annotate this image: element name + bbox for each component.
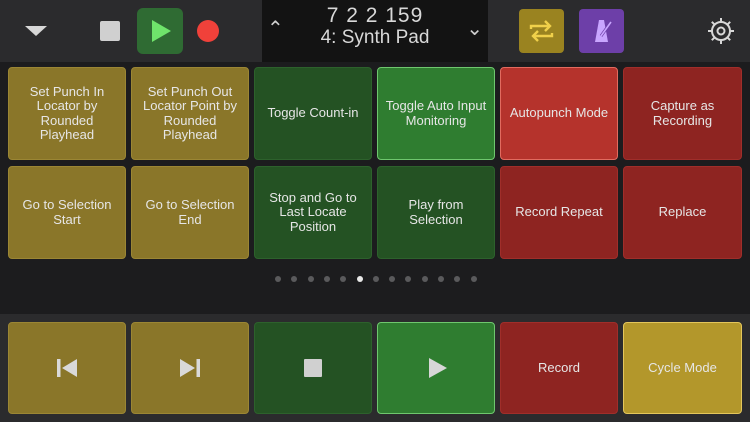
set-punch-out-button[interactable]: Set Punch Out Locator Point by Rounded P…: [131, 67, 249, 160]
page-dot[interactable]: [307, 276, 314, 282]
metronome-icon: [595, 20, 613, 42]
gear-icon: [708, 18, 734, 44]
cycle-icon: [529, 20, 554, 42]
metronome-button[interactable]: [579, 9, 624, 53]
stop-button-large[interactable]: [254, 322, 372, 414]
chevron-down-icon[interactable]: [25, 26, 47, 36]
page-dot[interactable]: [275, 276, 281, 282]
playhead-position: 7 2 2 159: [326, 4, 424, 27]
record-button-large[interactable]: Record: [500, 322, 618, 414]
control-bar: ⌃ 7 2 2 159 4: Synth Pad ⌄: [0, 0, 750, 62]
page-dot[interactable]: [372, 276, 379, 282]
stop-icon: [304, 359, 322, 377]
play-icon: [429, 358, 447, 378]
page-dot[interactable]: [323, 276, 330, 282]
page-dot[interactable]: [389, 276, 396, 282]
stop-and-go-to-last-locate-button[interactable]: Stop and Go to Last Locate Position: [254, 166, 372, 259]
page-dot[interactable]: [454, 276, 461, 282]
settings-button[interactable]: [705, 15, 737, 47]
stop-button[interactable]: [100, 21, 120, 41]
page-dot[interactable]: [421, 276, 428, 282]
play-button[interactable]: [137, 8, 183, 54]
play-from-selection-button[interactable]: Play from Selection: [377, 166, 495, 259]
page-dot[interactable]: [340, 276, 347, 282]
cycle-mode-button[interactable]: Cycle Mode: [623, 322, 742, 414]
go-to-selection-end-button[interactable]: Go to Selection End: [131, 166, 249, 259]
page-dot[interactable]: [405, 276, 412, 282]
page-dot[interactable]: [291, 276, 298, 282]
play-icon: [152, 20, 171, 42]
cycle-button[interactable]: [519, 9, 564, 53]
go-to-selection-start-button[interactable]: Go to Selection Start: [8, 166, 126, 259]
autopunch-mode-button[interactable]: Autopunch Mode: [500, 67, 618, 160]
skip-forward-icon: [180, 359, 200, 377]
page-dot[interactable]: [470, 276, 477, 282]
chevron-down-icon[interactable]: ⌄: [466, 16, 483, 41]
go-to-beginning-button[interactable]: [8, 322, 126, 414]
set-punch-in-button[interactable]: Set Punch In Locator by Rounded Playhead: [8, 67, 126, 160]
page-dot[interactable]: [438, 276, 444, 282]
play-button-large[interactable]: [377, 322, 495, 414]
page-dot[interactable]: [356, 276, 363, 282]
capture-as-recording-button[interactable]: Capture as Recording: [623, 67, 742, 160]
forward-button[interactable]: [131, 322, 249, 414]
record-repeat-button[interactable]: Record Repeat: [500, 166, 618, 259]
skip-back-icon: [57, 359, 77, 377]
toggle-count-in-button[interactable]: Toggle Count-in: [254, 67, 372, 160]
track-name: 4: Synth Pad: [320, 27, 430, 48]
toggle-auto-input-monitoring-button[interactable]: Toggle Auto Input Monitoring: [377, 67, 495, 160]
replace-button[interactable]: Replace: [623, 166, 742, 259]
lcd-display: ⌃ 7 2 2 159 4: Synth Pad ⌄: [262, 0, 488, 62]
record-button[interactable]: [197, 20, 219, 42]
